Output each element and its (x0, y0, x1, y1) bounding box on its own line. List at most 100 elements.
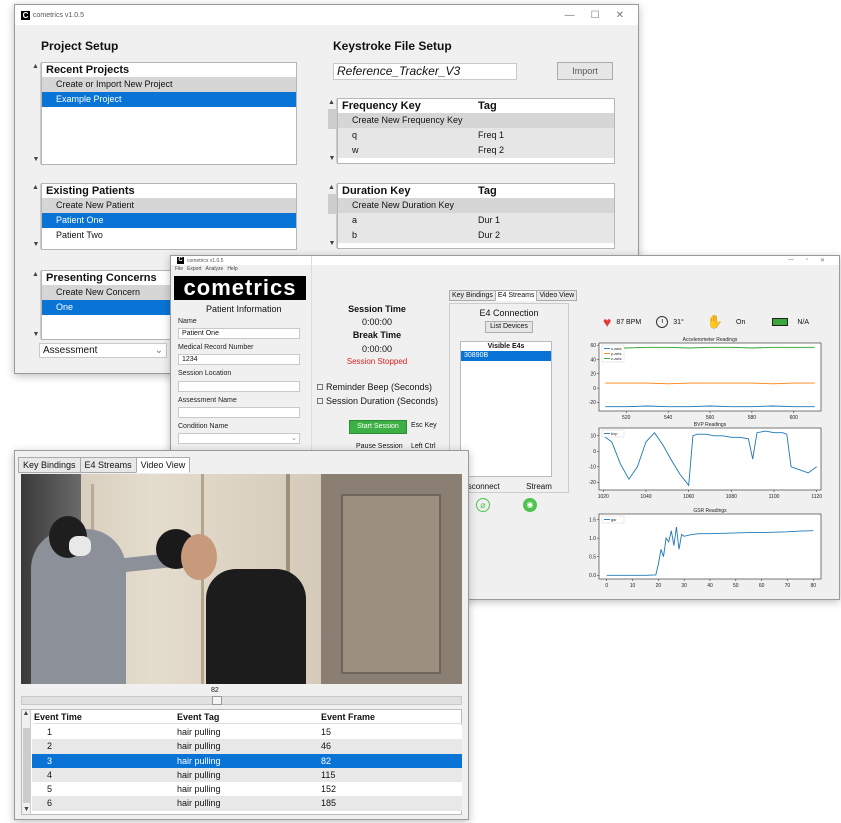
y-tick-label: 40 (590, 357, 596, 363)
y-tick-label: -20 (589, 480, 596, 486)
patient-info-title: Patient Information (206, 304, 282, 314)
duration-key-cell: a (352, 215, 358, 225)
event-table-header: Event Time Event Tag Event Frame (34, 712, 462, 724)
start-session-button[interactable]: Start Session (349, 420, 407, 434)
checkbox-icon[interactable] (317, 384, 323, 390)
menu-export[interactable]: Export (187, 266, 201, 272)
event-tag-cell: hair pulling (177, 784, 221, 795)
y-tick-label: 20 (590, 372, 596, 378)
e4-connection-title: E4 Connection (479, 308, 539, 318)
frequency-scrollbar[interactable]: ▲ ▼ (327, 99, 337, 163)
menu-file[interactable]: File (175, 266, 183, 272)
session-window-title: cometrics v1.0.5 (187, 257, 224, 264)
recent-projects-scrollbar[interactable]: ▲ ▼ (31, 63, 41, 164)
session-duration-option[interactable]: Session Duration (Seconds) (317, 396, 438, 406)
create-patient-item[interactable]: Create New Patient (42, 198, 296, 213)
event-frame-cell: 185 (321, 798, 337, 809)
list-devices-button[interactable]: List Devices (485, 321, 533, 333)
keystroke-file-field[interactable]: Reference_Tracker_V3 (333, 63, 517, 80)
x-tick-label: 1080 (726, 494, 737, 500)
import-button[interactable]: Import (557, 62, 613, 80)
table-row[interactable]: 6 hair pulling 185 (32, 796, 462, 811)
recent-projects-list[interactable]: ▲ ▼ Recent Projects Create or Import New … (31, 62, 297, 165)
example-project-item[interactable]: Example Project (42, 92, 296, 107)
video-scrubber-thumb[interactable] (211, 696, 222, 705)
tab-e4-streams[interactable]: E4 Streams (494, 290, 538, 301)
close-icon[interactable]: ✕ (820, 257, 825, 264)
video-frame[interactable] (21, 474, 462, 684)
name-label: Name (178, 318, 197, 325)
close-icon[interactable]: ✕ (616, 10, 624, 21)
frequency-tag-cell: Freq 1 (478, 130, 505, 140)
minimize-icon[interactable]: — (565, 10, 575, 21)
existing-patients-list[interactable]: ▲ ▼ Existing Patients Create New Patient … (31, 183, 297, 250)
tab-video-view[interactable]: Video View (536, 290, 578, 301)
event-table-scrollbar[interactable]: ▲ ▼ (22, 710, 31, 814)
patient-one-item[interactable]: Patient One (42, 213, 296, 228)
table-row[interactable]: 1 hair pulling 15 (32, 725, 462, 740)
recent-projects-header: Recent Projects (46, 64, 130, 76)
name-field[interactable]: Patient One (178, 328, 300, 339)
heart-rate-value: 87 BPM (616, 318, 642, 326)
project-setup-title: Project Setup (41, 39, 119, 53)
x-tick-label: 1040 (640, 494, 651, 500)
frequency-key-header: Frequency Key (342, 100, 421, 112)
e4-device-item[interactable]: 30890B (461, 351, 551, 361)
frequency-key-list[interactable]: ▲ ▼ Frequency Key Tag Create New Frequency… (327, 98, 615, 164)
presenting-concerns-header: Presenting Concerns (46, 272, 157, 284)
heart-icon: ♥ (603, 314, 612, 330)
minimize-icon[interactable]: — (788, 257, 794, 264)
visible-e4s-list[interactable]: Visible E4s 30890B (460, 341, 552, 477)
mrn-field[interactable]: 1234 (178, 354, 300, 365)
session-title-bar: C cometrics v1.0.5 — ▫ ✕ (171, 256, 839, 265)
stream-button[interactable]: Stream (510, 482, 568, 491)
chart-2: GSR Readings 0 10 20 30 40 50 60 70 80 0.0 0.5 1.0 1.… (589, 508, 822, 589)
tab-key-bindings[interactable]: Key Bindings (18, 457, 81, 473)
tab-key-bindings[interactable]: Key Bindings (449, 290, 496, 301)
duration-scrollbar[interactable]: ▲ ▼ (327, 184, 337, 248)
frequency-row[interactable]: w Freq 2 (338, 143, 614, 158)
table-row[interactable]: 2 hair pulling 46 (32, 739, 462, 754)
event-time-cell: 1 (47, 727, 53, 737)
break-time-value: 0:00:00 (361, 344, 393, 354)
duration-row[interactable]: b Dur 2 (338, 228, 614, 243)
session-time-label: Session Time (348, 304, 406, 314)
menu-analyze[interactable]: Analyze (206, 266, 224, 272)
table-row[interactable]: 4 hair pulling 115 (32, 767, 462, 783)
patient-two-item[interactable]: Patient Two (42, 228, 296, 243)
checkbox-icon[interactable] (317, 398, 323, 404)
presenting-concerns-list[interactable]: ▲ ▼ Presenting Concerns Create New Concer… (31, 270, 181, 340)
mrn-label: Medical Record Number (178, 344, 254, 351)
duration-row[interactable]: a Dur 1 (338, 213, 614, 228)
duration-tag-cell: Dur 1 (478, 215, 501, 225)
create-concern-item[interactable]: Create New Concern (42, 285, 180, 300)
duration-key-list[interactable]: ▲ ▼ Duration Key Tag Create New Duration K… (327, 183, 615, 249)
frequency-row[interactable]: q Freq 1 (338, 128, 614, 143)
y-tick-label: 0.5 (589, 555, 596, 561)
event-frame-cell: 15 (321, 727, 332, 737)
concern-one-item[interactable]: One (42, 300, 180, 315)
assessment-name-field[interactable] (178, 407, 300, 418)
location-field[interactable] (178, 381, 300, 392)
create-project-item[interactable]: Create or Import New Project (42, 77, 296, 92)
concerns-scrollbar[interactable]: ▲ ▼ (31, 271, 41, 339)
tab-video-view[interactable]: Video View (135, 457, 191, 473)
x-tick-label: 1100 (769, 494, 780, 500)
table-row[interactable]: 3 hair pulling 82 (32, 753, 462, 768)
patients-scrollbar[interactable]: ▲ ▼ (31, 184, 41, 249)
event-table[interactable]: ▲ ▼ Event Time Event Tag Event Frame 1 hai… (21, 709, 462, 815)
reminder-beep-option[interactable]: Reminder Beep (Seconds) (317, 382, 432, 392)
condition-select[interactable]: ⌄ (178, 433, 300, 444)
tab-e4-streams[interactable]: E4 Streams (79, 457, 137, 473)
table-row[interactable]: 5 hair pulling 152 (32, 782, 462, 797)
maximize-icon[interactable]: ▫ (806, 257, 808, 264)
pause-session-button[interactable]: Pause Session (356, 443, 403, 450)
app-logo-icon: C (21, 10, 30, 20)
video-scrubber[interactable] (21, 696, 462, 705)
menu-bar: File Export Analyze Help (175, 266, 238, 272)
menu-help[interactable]: Help (227, 266, 237, 272)
create-duration-key-item[interactable]: Create New Duration Key (338, 198, 614, 213)
assessment-select[interactable]: Assessment ⌄ (39, 343, 167, 358)
create-frequency-key-item[interactable]: Create New Frequency Key (338, 113, 614, 128)
maximize-icon[interactable]: ☐ (591, 10, 600, 21)
